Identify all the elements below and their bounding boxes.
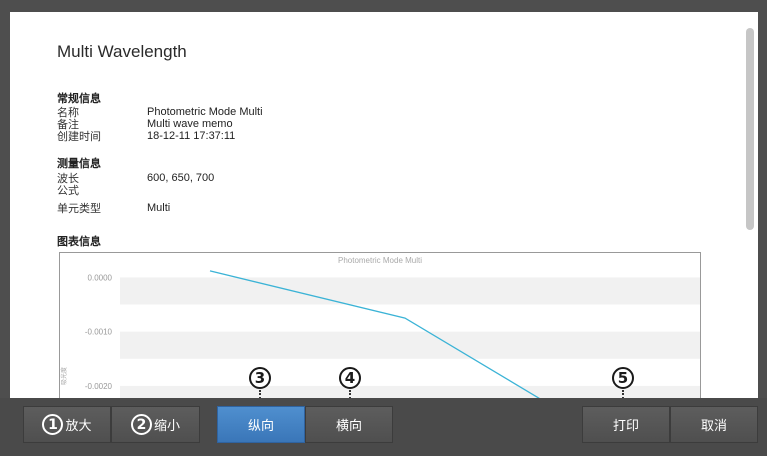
cancel-button[interactable]: 取消 (670, 406, 758, 443)
name-value: Photometric Mode Multi (147, 106, 263, 118)
callout-5: 5 (612, 367, 634, 389)
y-axis-label: 吸光度 (60, 367, 68, 385)
chart-title: Photometric Mode Multi (338, 256, 422, 265)
zoom-out-number: 2 (130, 414, 152, 435)
vertical-scrollbar[interactable] (742, 12, 758, 398)
chart-info-heading: 图表信息 (57, 235, 101, 248)
print-button[interactable]: 打印 (582, 406, 670, 443)
created-time-label: 创建时间 (57, 130, 101, 143)
y-tick-label: 0.0000 (88, 273, 113, 282)
report-title: Multi Wavelength (57, 42, 187, 61)
chart-band (120, 277, 700, 305)
wavelength-value: 600, 650, 700 (147, 172, 215, 184)
portrait-button[interactable]: 纵向 (217, 406, 305, 443)
callout-4: 4 (339, 367, 361, 389)
name-label: 名称 (57, 106, 79, 119)
formula-label: 公式 (57, 184, 79, 197)
chart-frame: Photometric Mode Multi 0.0000 -0.0010 -0.0… (59, 252, 701, 398)
general-info-heading: 常规信息 (57, 92, 101, 105)
line-chart: Photometric Mode Multi 0.0000 -0.0010 -0.0… (60, 256, 700, 398)
portrait-label: 纵向 (247, 419, 274, 434)
landscape-label: 横向 (335, 419, 362, 434)
chart-band (120, 385, 700, 398)
chart-band (120, 331, 700, 359)
cancel-label: 取消 (700, 419, 727, 434)
wavelength-label: 波长 (57, 172, 79, 185)
zoom-out-label: 缩小 (153, 419, 180, 434)
cell-type-value: Multi (147, 202, 171, 214)
y-tick-label: -0.0020 (85, 382, 113, 391)
print-label: 打印 (612, 419, 639, 434)
cell-type-label: 单元类型 (57, 202, 101, 215)
scrollbar-thumb[interactable] (746, 28, 754, 230)
landscape-button[interactable]: 横向 (305, 406, 393, 443)
zoom-in-label: 放大 (65, 419, 92, 434)
measurement-info-heading: 测量信息 (57, 157, 101, 170)
zoom-out-button[interactable]: 2 缩小 (111, 406, 200, 443)
bottom-toolbar: 1 放大 2 缩小 纵向 横向 打印 取消 (0, 398, 767, 456)
created-time-value: 18-12-11 17:37:11 (147, 130, 236, 142)
y-tick-label: -0.0010 (85, 328, 113, 337)
memo-value: Multi wave memo (147, 118, 233, 130)
memo-label: 备注 (57, 118, 79, 131)
callout-3: 3 (249, 367, 271, 389)
print-preview-page[interactable]: Multi Wavelength 常规信息 名称 Photometric Mod… (10, 12, 758, 398)
zoom-in-button[interactable]: 1 放大 (23, 406, 111, 443)
zoom-in-number: 1 (42, 414, 64, 435)
